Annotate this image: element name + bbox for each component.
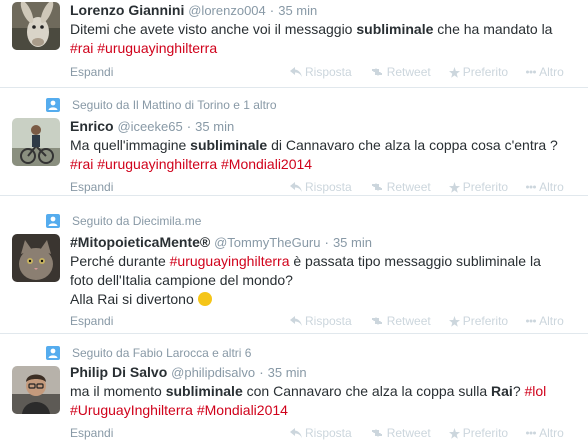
avatar[interactable] xyxy=(12,366,60,414)
favorite-button[interactable]: Preferito xyxy=(448,65,508,79)
hashtag-link[interactable]: #uruguayinghilterra xyxy=(170,253,290,269)
more-button[interactable]: Altro xyxy=(526,65,564,79)
author-name[interactable]: Philip Di Salvo xyxy=(70,364,167,380)
hashtag-link[interactable]: #uruguayinghilterra xyxy=(97,40,217,56)
retweet-button[interactable]: Retweet xyxy=(370,426,431,440)
author-username[interactable]: @philipdisalvo xyxy=(171,365,255,380)
reply-icon xyxy=(290,316,302,326)
author-name[interactable]: #MitopoieticaMente® xyxy=(70,234,210,250)
retweet-icon xyxy=(371,429,382,437)
tweet[interactable]: Lorenzo Giannini @lorenzo004 · 35 min Di… xyxy=(0,0,588,88)
reply-icon xyxy=(290,182,302,192)
tweet[interactable]: Seguito da Il Mattino di Torino e 1 altr… xyxy=(0,88,588,196)
tweet-actions: Risposta Retweet Preferito Altro xyxy=(290,180,582,194)
social-context: Seguito da Diecimila.me xyxy=(46,214,201,228)
author-name[interactable]: Enrico xyxy=(70,118,114,134)
star-icon xyxy=(448,66,460,78)
hashtag-link[interactable]: #UruguayInghilterra xyxy=(70,402,193,418)
star-icon xyxy=(448,181,460,193)
star-icon xyxy=(448,315,460,327)
person-icon xyxy=(46,214,60,228)
reply-button[interactable]: Risposta xyxy=(290,65,352,79)
expand-link[interactable]: Espandi xyxy=(70,426,113,440)
more-button[interactable]: Altro xyxy=(526,314,564,328)
tweet-actions: Risposta Retweet Preferito Altro xyxy=(290,426,582,440)
tweet-actions: Risposta Retweet Preferito Altro xyxy=(290,314,582,328)
reply-button[interactable]: Risposta xyxy=(290,314,352,328)
star-icon xyxy=(448,427,460,439)
grin-emoji-icon xyxy=(197,292,212,306)
tweet-time[interactable]: 35 min xyxy=(268,365,307,380)
avatar[interactable] xyxy=(12,234,60,282)
author-name[interactable]: Lorenzo Giannini xyxy=(70,2,184,18)
favorite-button[interactable]: Preferito xyxy=(448,180,508,194)
reply-icon xyxy=(290,428,302,438)
social-context: Seguito da Il Mattino di Torino e 1 altr… xyxy=(46,98,277,112)
favorite-button[interactable]: Preferito xyxy=(448,314,508,328)
hashtag-link[interactable]: #Mondiali2014 xyxy=(197,402,288,418)
person-icon xyxy=(46,98,60,112)
hashtag-link[interactable]: #lol xyxy=(525,383,547,399)
more-button[interactable]: Altro xyxy=(526,426,564,440)
hashtag-link[interactable]: #Mondiali2014 xyxy=(221,156,312,172)
social-context: Seguito da Fabio Larocca e altri 6 xyxy=(46,346,251,360)
more-icon xyxy=(526,70,537,74)
avatar[interactable] xyxy=(12,2,60,50)
expand-link[interactable]: Espandi xyxy=(70,180,113,194)
tweet-time[interactable]: 35 min xyxy=(333,235,372,250)
more-icon xyxy=(526,319,537,323)
tweet-text: Perché durante #uruguayinghilterra è pas… xyxy=(70,253,541,307)
tweet-text: Ditemi che avete visto anche voi il mess… xyxy=(70,21,553,56)
expand-link[interactable]: Espandi xyxy=(70,65,113,79)
hashtag-link[interactable]: #rai xyxy=(70,40,93,56)
retweet-icon xyxy=(371,183,382,191)
expand-link[interactable]: Espandi xyxy=(70,314,113,328)
avatar[interactable] xyxy=(12,118,60,166)
author-username[interactable]: @TommyTheGuru xyxy=(214,235,320,250)
tweet[interactable]: Seguito da Diecimila.me #MitopoieticaMen… xyxy=(0,196,588,334)
reply-button[interactable]: Risposta xyxy=(290,180,352,194)
favorite-button[interactable]: Preferito xyxy=(448,426,508,440)
more-button[interactable]: Altro xyxy=(526,180,564,194)
author-username[interactable]: @iceeke65 xyxy=(117,119,182,134)
retweet-icon xyxy=(371,68,382,76)
retweet-button[interactable]: Retweet xyxy=(370,65,431,79)
tweet-time[interactable]: 35 min xyxy=(195,119,234,134)
retweet-button[interactable]: Retweet xyxy=(370,314,431,328)
hashtag-link[interactable]: #rai xyxy=(70,156,93,172)
hashtag-link[interactable]: #uruguayinghilterra xyxy=(97,156,217,172)
retweet-button[interactable]: Retweet xyxy=(370,180,431,194)
tweet-time[interactable]: 35 min xyxy=(278,3,317,18)
retweet-icon xyxy=(371,317,382,325)
tweet-text: ma il momento subliminale con Cannavaro … xyxy=(70,383,547,418)
tweet-actions: Risposta Retweet Preferito Altro xyxy=(290,65,582,79)
reply-button[interactable]: Risposta xyxy=(290,426,352,440)
author-username[interactable]: @lorenzo004 xyxy=(188,3,266,18)
tweet-text: Ma quell'immagine subliminale di Cannava… xyxy=(70,137,558,172)
more-icon xyxy=(526,431,537,435)
person-icon xyxy=(46,346,60,360)
reply-icon xyxy=(290,67,302,77)
more-icon xyxy=(526,185,537,189)
tweet[interactable]: Seguito da Fabio Larocca e altri 6 Phili… xyxy=(0,334,588,440)
